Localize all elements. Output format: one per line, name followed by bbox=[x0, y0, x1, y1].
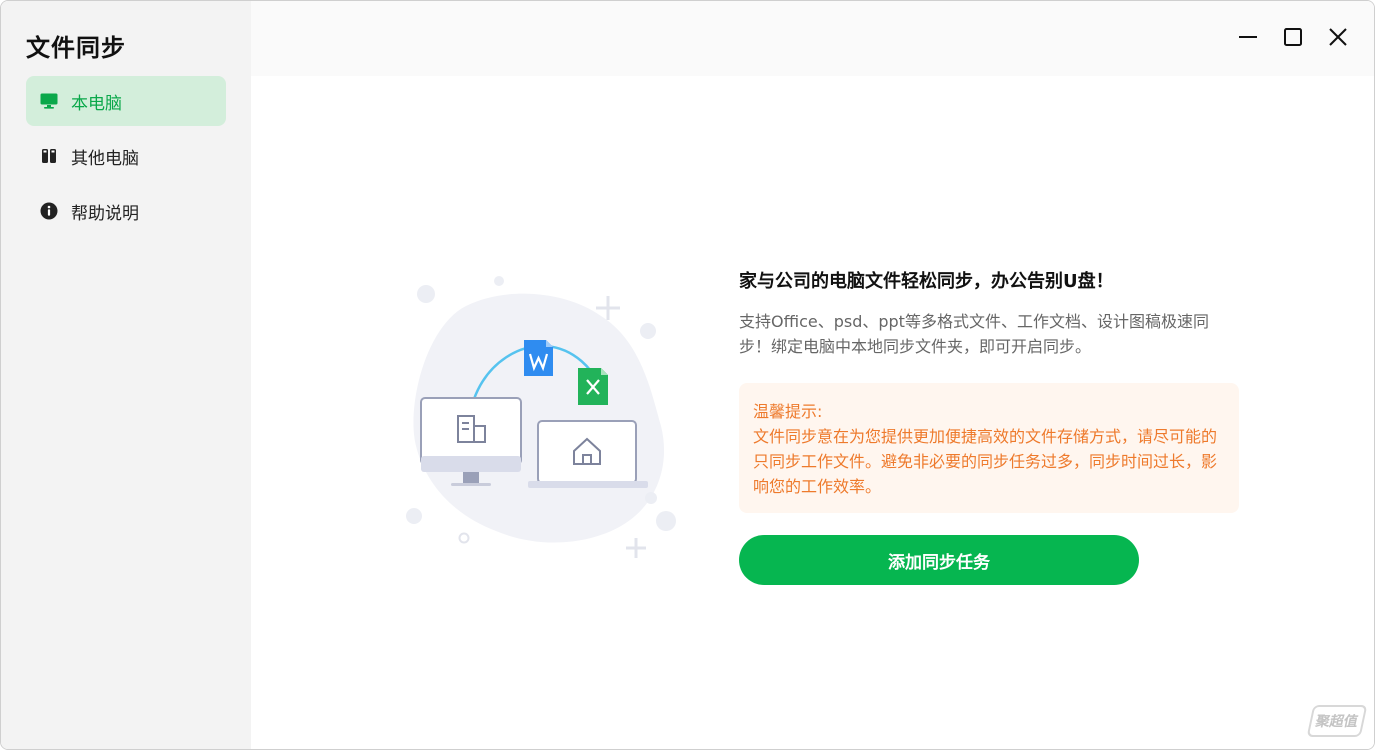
sidebar-item-label: 其他电脑 bbox=[71, 148, 139, 169]
devices-icon bbox=[39, 146, 59, 166]
sidebar-item-label: 本电脑 bbox=[71, 93, 122, 114]
description: 支持Office、psd、ppt等多格式文件、工作文档、设计图稿极速同步！绑定电… bbox=[739, 312, 1209, 356]
tip-box: 温馨提示: 文件同步意在为您提供更加便捷高效的文件存储方式，请尽可能的只同步工作… bbox=[739, 383, 1239, 513]
sidebar: 文件同步 本电脑 其他电脑 帮助说明 bbox=[1, 1, 251, 749]
tip-title: 温馨提示: bbox=[753, 402, 823, 421]
close-icon bbox=[1328, 27, 1348, 51]
sidebar-item-help[interactable]: 帮助说明 bbox=[26, 186, 226, 236]
intro-text: 家与公司的电脑文件轻松同步，办公告别U盘！ 支持Office、psd、ppt等多… bbox=[739, 269, 1244, 513]
close-button[interactable] bbox=[1322, 23, 1354, 55]
sidebar-item-this-computer[interactable]: 本电脑 bbox=[26, 76, 226, 126]
minimize-button[interactable] bbox=[1232, 23, 1264, 55]
sidebar-item-other-computers[interactable]: 其他电脑 bbox=[26, 131, 226, 181]
monitor-icon bbox=[39, 91, 59, 111]
title-bar bbox=[251, 1, 1374, 76]
info-icon bbox=[39, 201, 59, 221]
app-title: 文件同步 bbox=[26, 34, 126, 62]
add-sync-task-button[interactable]: 添加同步任务 bbox=[739, 535, 1139, 585]
tip-body: 文件同步意在为您提供更加便捷高效的文件存储方式，请尽可能的只同步工作文件。避免非… bbox=[753, 427, 1218, 496]
sync-illustration bbox=[396, 276, 686, 566]
sidebar-item-label: 帮助说明 bbox=[71, 203, 139, 224]
app-window: 文件同步 本电脑 其他电脑 帮助说明 家与公司的电脑文件轻松同步，办公告别U盘！… bbox=[0, 0, 1375, 750]
maximize-button[interactable] bbox=[1277, 23, 1309, 55]
maximize-icon bbox=[1283, 27, 1303, 51]
headline: 家与公司的电脑文件轻松同步，办公告别U盘！ bbox=[739, 271, 1114, 292]
minimize-icon bbox=[1238, 27, 1258, 51]
watermark-logo: 聚超值 bbox=[1306, 705, 1368, 737]
main-content: 家与公司的电脑文件轻松同步，办公告别U盘！ 支持Office、psd、ppt等多… bbox=[251, 76, 1374, 749]
sidebar-nav: 本电脑 其他电脑 帮助说明 bbox=[26, 76, 226, 241]
